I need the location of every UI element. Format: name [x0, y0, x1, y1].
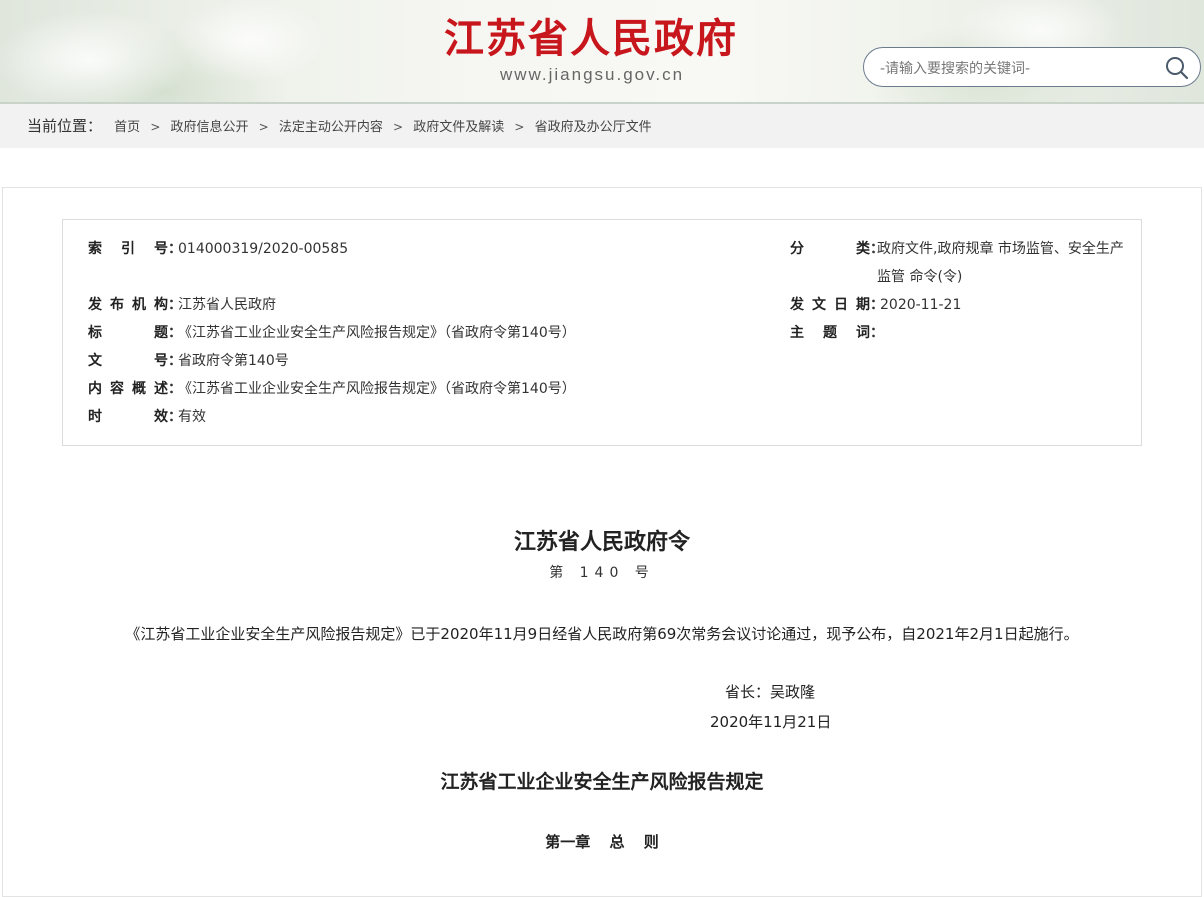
search-box[interactable]: [863, 47, 1201, 87]
meta-colon: ：: [168, 381, 182, 397]
meta-publisher-label: 发布机构: [88, 297, 168, 313]
site-header: 江苏省人民政府 www.jiangsu.gov.cn: [0, 0, 1204, 104]
breadcrumb-separator: >: [258, 120, 269, 134]
site-domain: www.jiangsu.gov.cn: [500, 65, 685, 84]
breadcrumb-item-documents[interactable]: 政府文件及解读: [413, 120, 504, 135]
document-number: 第 140 号: [549, 565, 655, 581]
meta-publisher: 发布机构：江苏省人民政府: [88, 293, 276, 317]
breadcrumb-item-info-disclosure[interactable]: 政府信息公开: [171, 120, 249, 135]
document-date: 2020年11月21日: [710, 713, 832, 731]
document-title: 江苏省人民政府令: [513, 529, 690, 555]
meta-index: 索 引 号：014000319/2020-00585: [88, 237, 348, 261]
meta-title-label: 标 题: [88, 325, 168, 341]
meta-summary: 内容概述：《江苏省工业企业安全生产风险报告规定》（省政府令第140号）: [88, 377, 576, 401]
meta-category-value: 政府文件,政府规章 市场监管、安全生产监管 命令(令): [877, 241, 1124, 285]
breadcrumb-item-home[interactable]: 首页: [114, 120, 140, 135]
meta-colon: ：: [168, 241, 182, 257]
meta-colon: ：: [870, 325, 884, 341]
meta-title: 标 题：《江苏省工业企业安全生产风险报告规定》（省政府令第140号）: [88, 321, 576, 345]
meta-title-value: 《江苏省工业企业安全生产风险报告规定》（省政府令第140号）: [178, 325, 576, 341]
meta-date-label: 发文日期: [790, 297, 870, 313]
rule-title: 江苏省工业企业安全生产风险报告规定: [440, 771, 764, 793]
meta-docno: 文 号：省政府令第140号: [88, 349, 289, 373]
search-input[interactable]: [878, 56, 1162, 82]
document-paragraph: 《江苏省工业企业安全生产风险报告规定》已于2020年11月9日经省人民政府第69…: [125, 625, 1079, 643]
meta-validity-label: 时 效: [88, 409, 168, 425]
meta-category: 分 类：: [790, 237, 884, 261]
document-metadata: 索 引 号：014000319/2020-00585 发布机构：江苏省人民政府 …: [62, 219, 1142, 446]
meta-keyword-label: 主 题 词: [790, 325, 870, 341]
search-icon[interactable]: [1164, 55, 1190, 81]
breadcrumb-item-office-documents[interactable]: 省政府及办公厅文件: [535, 120, 652, 135]
meta-summary-label: 内容概述: [88, 381, 168, 397]
meta-colon: ：: [168, 297, 182, 313]
meta-validity: 时 效：有效: [88, 405, 206, 429]
meta-date: 发文日期：2020-11-21: [790, 293, 961, 317]
breadcrumb-item-statutory-content[interactable]: 法定主动公开内容: [279, 120, 383, 135]
breadcrumb-separator: >: [514, 120, 525, 134]
meta-colon: ：: [870, 297, 884, 313]
breadcrumb-separator: >: [150, 120, 161, 134]
meta-index-label: 索 引 号: [88, 241, 168, 257]
breadcrumb-lead: 当前位置：: [27, 117, 103, 135]
meta-category-label: 分 类: [790, 241, 870, 257]
meta-docno-label: 文 号: [88, 353, 168, 369]
breadcrumb-separator: >: [393, 120, 404, 134]
meta-docno-value: 省政府令第140号: [178, 353, 289, 369]
meta-date-value: 2020-11-21: [880, 297, 962, 313]
meta-validity-value: 有效: [178, 409, 206, 425]
meta-index-value: 014000319/2020-00585: [178, 241, 349, 257]
document-signer: 省长：吴政隆: [725, 683, 816, 701]
meta-colon: ：: [168, 353, 182, 369]
breadcrumb-bar: 当前位置： 首页 > 政府信息公开 > 法定主动公开内容 > 政府文件及解读 >…: [0, 104, 1204, 148]
breadcrumb: 当前位置： 首页 > 政府信息公开 > 法定主动公开内容 > 政府文件及解读 >…: [27, 104, 652, 148]
meta-keyword: 主 题 词：: [790, 321, 884, 345]
chapter-title: 第一章 总 则: [545, 833, 659, 851]
meta-colon: ：: [168, 409, 182, 425]
meta-summary-value: 《江苏省工业企业安全生产风险报告规定》（省政府令第140号）: [178, 381, 576, 397]
meta-publisher-value: 江苏省人民政府: [178, 297, 276, 313]
site-title[interactable]: 江苏省人民政府: [444, 14, 764, 64]
meta-colon: ：: [168, 325, 182, 341]
